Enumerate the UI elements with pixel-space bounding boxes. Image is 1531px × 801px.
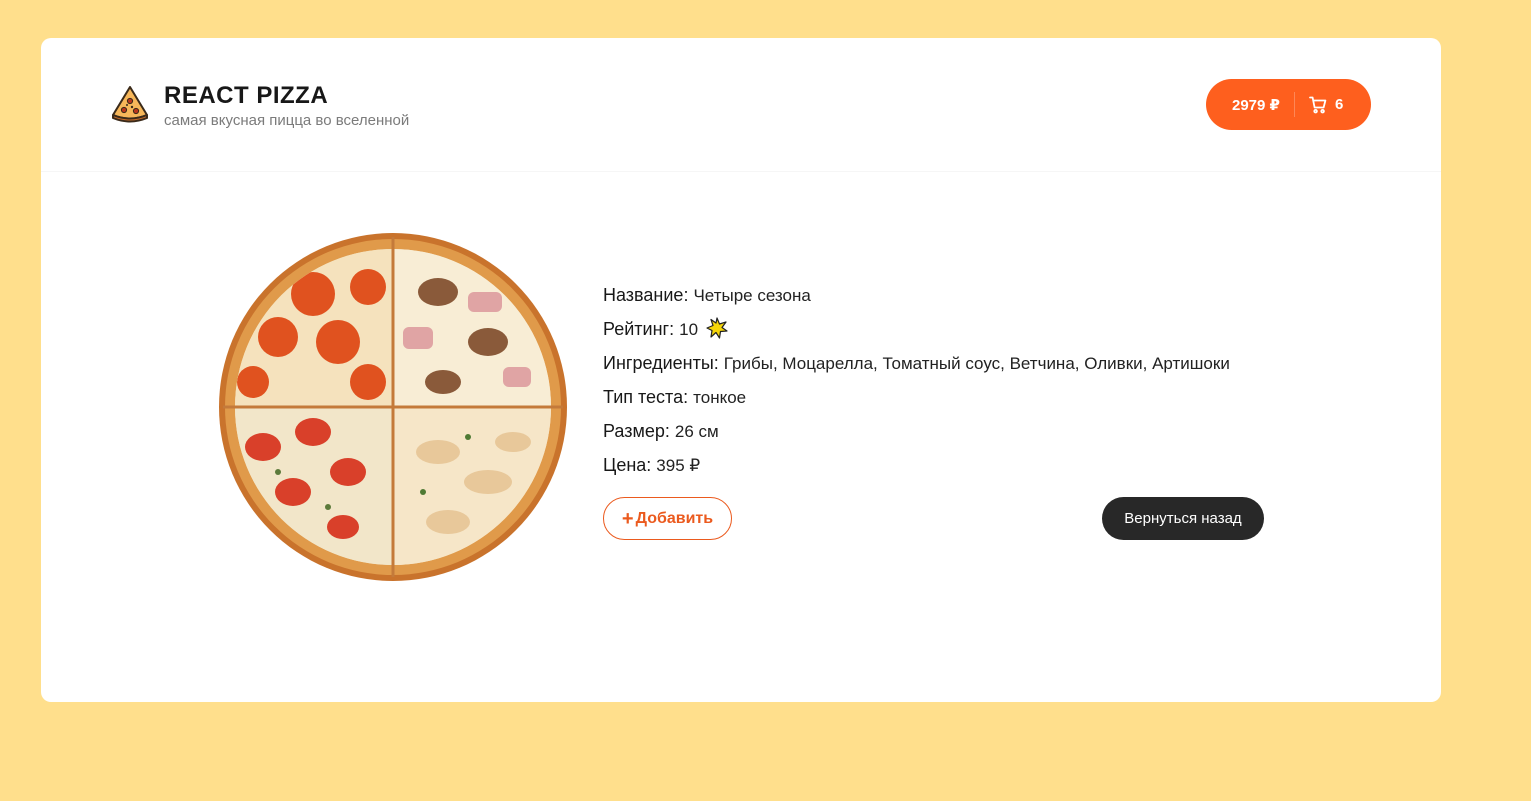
pizza-ingredients-label: Ингредиенты: — [603, 353, 719, 373]
pizza-size: 26 см — [674, 422, 719, 441]
cart-divider — [1293, 92, 1295, 117]
pizza-dough: тонкое — [693, 388, 747, 407]
star-icon — [706, 317, 728, 339]
cart-icon — [1309, 96, 1327, 113]
cart-item-count: 6 — [1334, 96, 1344, 113]
logo-link[interactable]: REACT PIZZA самая вкусная пицца во вселе… — [110, 82, 409, 130]
pizza-info: Название: Четыре сезона Рейтинг: 10 Ингр… — [603, 278, 1303, 482]
pizza-name: Четыре сезона — [693, 286, 811, 305]
go-back-button[interactable]: Вернуться назад — [1102, 497, 1264, 540]
pizza-rating-label: Рейтинг: — [603, 319, 675, 339]
pizza-name-label: Название: — [603, 285, 689, 305]
pizza-ingredients: Грибы, Моцарелла, Томатный соус, Ветчина… — [723, 354, 1230, 373]
pizza-price-row: Цена: 395 ₽ — [603, 448, 1303, 482]
logo-subtitle: самая вкусная пицца во вселенной — [164, 112, 410, 129]
add-to-cart-label: Добавить — [635, 509, 714, 527]
header: REACT PIZZA самая вкусная пицца во вселе… — [41, 38, 1441, 172]
pizza-dough-row: Тип теста: тонкое — [603, 380, 1303, 414]
pizza-size-label: Размер: — [603, 421, 670, 441]
logo-title: REACT PIZZA — [164, 82, 329, 109]
pizza-name-row: Название: Четыре сезона — [603, 278, 1303, 312]
pizza-rating-row: Рейтинг: 10 — [603, 312, 1303, 346]
pizza-price-label: Цена: — [603, 455, 652, 475]
go-back-label: Вернуться назад — [1124, 510, 1242, 527]
plus-icon: + — [621, 507, 634, 530]
pizza-rating: 10 — [679, 320, 699, 339]
cart-button[interactable]: 2979 ₽ 6 — [1206, 79, 1371, 130]
pizza-ingredients-row: Ингредиенты: Грибы, Моцарелла, Томатный … — [603, 346, 1303, 380]
pizza-size-row: Размер: 26 см — [603, 414, 1303, 448]
pizza-dough-label: Тип теста: — [603, 387, 689, 407]
pizza-slice-icon — [112, 86, 148, 123]
logo-text: REACT PIZZA самая вкусная пицца во вселе… — [164, 82, 409, 130]
cart-total-price: 2979 ₽ — [1232, 96, 1280, 114]
page-wrapper: REACT PIZZA самая вкусная пицца во вселе… — [41, 38, 1441, 702]
add-to-cart-button[interactable]: + Добавить — [603, 497, 732, 540]
pizza-price: 395 ₽ — [656, 456, 701, 475]
pizza-image — [219, 233, 567, 581]
